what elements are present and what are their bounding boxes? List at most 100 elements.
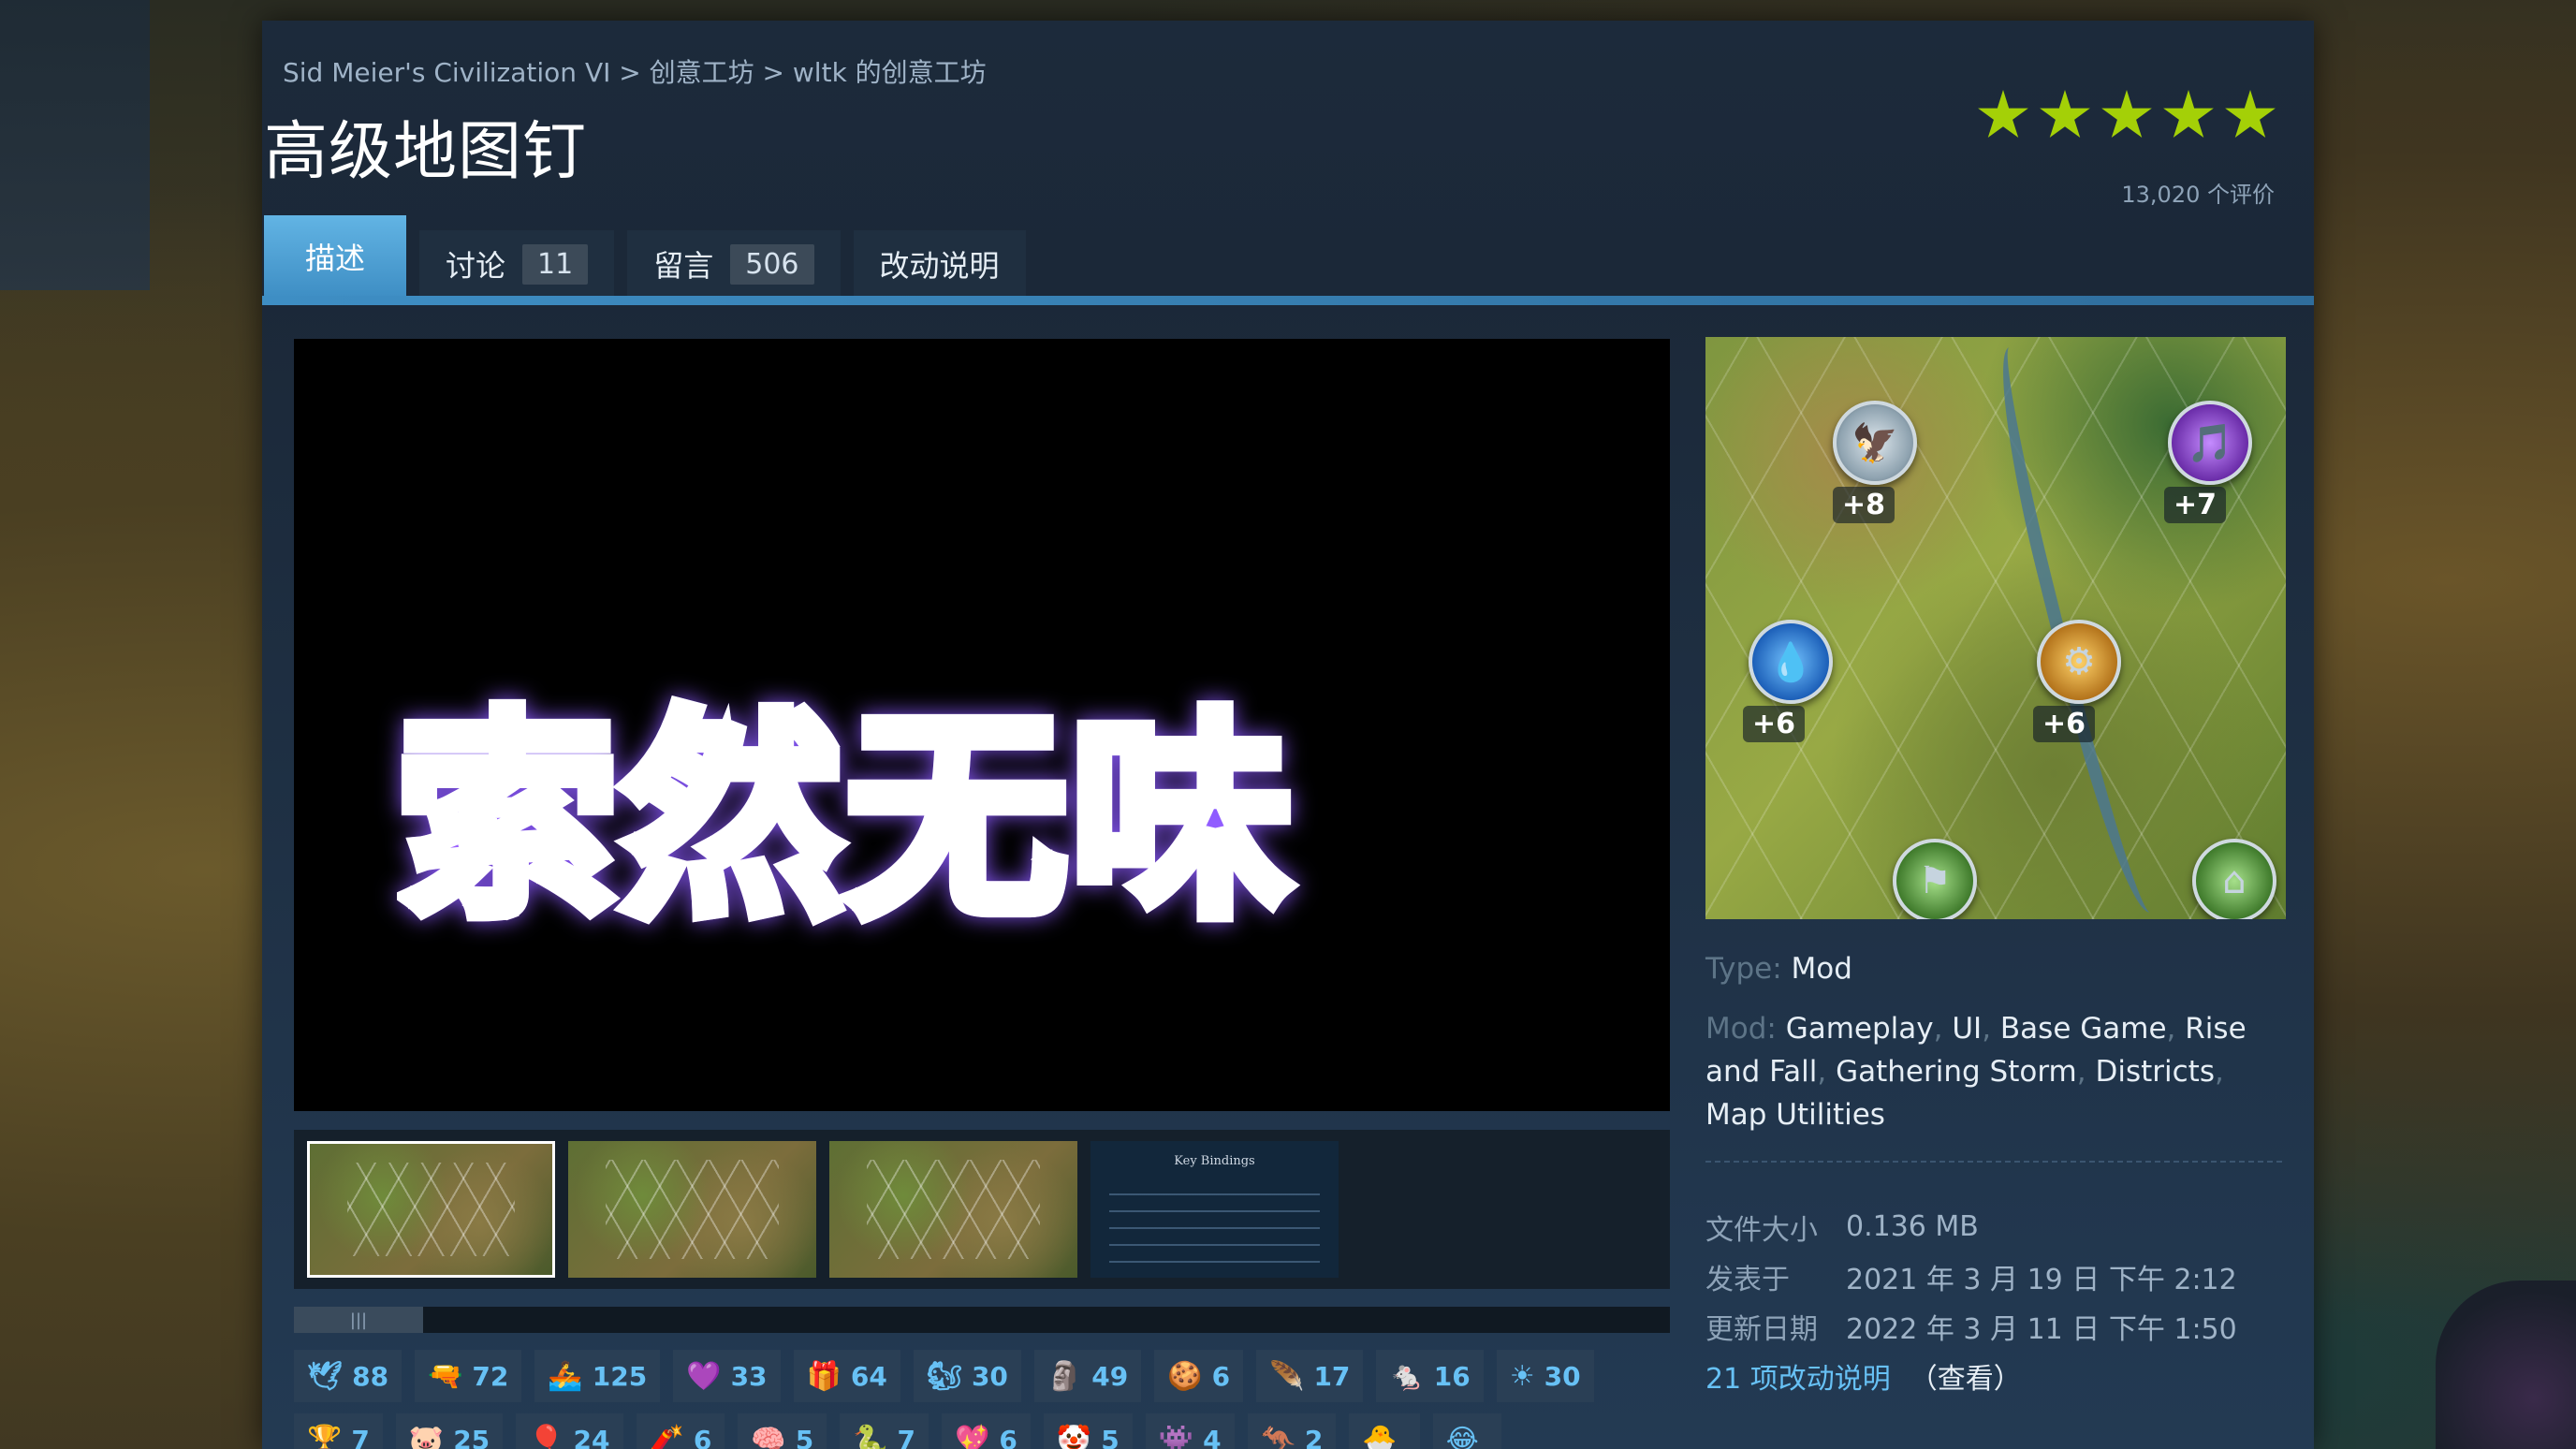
mod-tag[interactable]: UI xyxy=(1952,1012,1982,1046)
award-icon: 🐿 xyxy=(926,1359,962,1393)
thumbnail-scrollbar[interactable]: ||| xyxy=(294,1307,1670,1333)
award-count: 4 xyxy=(1203,1424,1222,1449)
thumbnail-2[interactable] xyxy=(568,1141,816,1278)
tag-separator: , xyxy=(1982,1012,2000,1046)
award-badge[interactable]: 🗿 49 xyxy=(1033,1350,1142,1402)
award-icon: 🐍 xyxy=(853,1423,888,1449)
tag-separator: , xyxy=(2076,1055,2096,1089)
tab-count-badge: 506 xyxy=(730,243,814,285)
award-badge[interactable]: 💖 6 xyxy=(942,1413,1031,1449)
tab-bar: 描述 讨论 11 留言 506 改动说明 xyxy=(264,213,1026,298)
award-badge[interactable]: 🤡 5 xyxy=(1043,1413,1133,1449)
tab-description[interactable]: 描述 xyxy=(264,215,407,298)
award-icon: 💜 xyxy=(686,1359,722,1393)
award-icon: 🏆 xyxy=(307,1423,343,1449)
award-icon: 🦘 xyxy=(1260,1423,1295,1449)
tab-label: 讨论 xyxy=(446,248,506,284)
award-badge[interactable]: 🐁 16 xyxy=(1376,1350,1484,1402)
section-divider xyxy=(1705,1161,2286,1163)
tab-label: 描述 xyxy=(305,241,366,276)
award-badge[interactable]: 🏆 7 xyxy=(294,1413,383,1449)
award-count: 25 xyxy=(453,1424,490,1449)
award-badge[interactable]: 🦘 2 xyxy=(1247,1413,1337,1449)
award-count: 33 xyxy=(730,1360,768,1392)
updated-label: 更新日期 xyxy=(1705,1312,1818,1346)
award-badge[interactable]: 😂 xyxy=(1432,1413,1501,1449)
rating-count: 13,020 个评价 xyxy=(2121,182,2275,208)
award-badge[interactable]: 🎈 24 xyxy=(516,1413,623,1449)
game-left-panel xyxy=(0,0,150,290)
award-badge[interactable]: 🧨 6 xyxy=(636,1413,725,1449)
breadcrumb-author[interactable]: wltk 的创意工坊 xyxy=(793,57,987,88)
mod-tag[interactable]: Map Utilities xyxy=(1705,1098,1885,1132)
overlay-caption: 索然无味 xyxy=(390,638,1614,959)
posted-label: 发表于 xyxy=(1705,1263,1790,1296)
view-change-notes-button[interactable]: （查看） xyxy=(1910,1363,2022,1396)
tab-comments[interactable]: 留言 506 xyxy=(627,230,841,298)
award-badge[interactable]: 🚣 125 xyxy=(534,1350,661,1402)
award-badge[interactable]: 🎁 64 xyxy=(793,1350,900,1402)
award-badge[interactable]: 🍪 6 xyxy=(1154,1350,1244,1402)
award-icon: 🐷 xyxy=(408,1423,445,1449)
award-icon: 🎈 xyxy=(529,1423,564,1449)
pin-yield: +8 xyxy=(1833,487,1895,523)
award-count: 6 xyxy=(999,1424,1017,1449)
type-value[interactable]: Mod xyxy=(1792,952,1852,986)
page-title: 高级地图钉 xyxy=(264,115,588,189)
award-count: 49 xyxy=(1091,1360,1129,1392)
award-count: 5 xyxy=(1101,1424,1120,1449)
pin-yield: +6 xyxy=(2033,706,2096,742)
thumbnail-4[interactable]: Key Bindings xyxy=(1090,1141,1339,1278)
mod-tag[interactable]: Gameplay xyxy=(1786,1012,1934,1046)
tag-separator: , xyxy=(1933,1012,1953,1046)
award-badge[interactable]: 🧠 5 xyxy=(738,1413,827,1449)
award-count: 72 xyxy=(472,1360,509,1392)
award-count: 30 xyxy=(971,1360,1008,1392)
star-icon xyxy=(2040,90,2090,138)
star-icon xyxy=(1978,90,2028,138)
mod-tag[interactable]: Districts xyxy=(2095,1055,2215,1089)
award-badge[interactable]: 💜 33 xyxy=(673,1350,781,1402)
star-icon xyxy=(2163,90,2214,138)
mod-tag[interactable]: Base Game xyxy=(2000,1012,2167,1046)
award-icon: 👾 xyxy=(1158,1423,1194,1449)
tag-separator: , xyxy=(1817,1055,1837,1089)
award-badge[interactable]: 🕊 88 xyxy=(294,1350,402,1402)
map-pin-icon: ⌂ xyxy=(2192,839,2276,919)
thumbnail-1[interactable] xyxy=(307,1141,555,1278)
award-count: 125 xyxy=(592,1360,648,1392)
item-details: 文件大小 0.136 MB 发表于 2021 年 3 月 19 日 下午 2:1… xyxy=(1705,1202,2305,1351)
file-size-label: 文件大小 xyxy=(1705,1213,1818,1247)
award-badge[interactable]: 🐿 30 xyxy=(913,1350,1021,1402)
awards-list: 🕊 88 🔫 72 🚣 125 💜 33 🎁 64 🐿 30 🗿 49 🍪 6 🪶 17 🐁 16 ☀ 30 🏆 7 🐷 25 🎈 2… xyxy=(294,1350,1670,1449)
tab-discussions[interactable]: 讨论 11 xyxy=(419,230,615,298)
award-icon: 🔫 xyxy=(428,1359,463,1393)
award-badge[interactable]: 🐍 7 xyxy=(840,1413,929,1449)
award-count: 16 xyxy=(1433,1360,1471,1392)
award-badge[interactable]: 🐷 25 xyxy=(395,1413,504,1449)
award-icon: 😂 xyxy=(1445,1423,1479,1449)
award-badge[interactable]: 👾 4 xyxy=(1145,1413,1235,1449)
keybind-thumb-lines xyxy=(1109,1178,1320,1265)
award-count: 30 xyxy=(1544,1360,1581,1392)
award-icon: 🐣 xyxy=(1362,1423,1398,1449)
award-badge[interactable]: 🔫 72 xyxy=(415,1350,522,1402)
breadcrumb-game[interactable]: Sid Meier's Civilization VI xyxy=(283,57,610,88)
award-icon: 💖 xyxy=(955,1423,990,1449)
pin-yield: +7 xyxy=(2164,487,2227,523)
award-badge[interactable]: ☀ 30 xyxy=(1496,1350,1594,1402)
mod-tag[interactable]: Gathering Storm xyxy=(1836,1055,2077,1089)
main-media-viewer[interactable]: 索然无味 xyxy=(294,339,1670,1111)
breadcrumb: Sid Meier's Civilization VI > 创意工坊 > wlt… xyxy=(283,52,987,90)
award-badge[interactable]: 🪶 17 xyxy=(1256,1350,1364,1402)
tab-change-notes[interactable]: 改动说明 xyxy=(853,230,1026,298)
workshop-item-panel: Sid Meier's Civilization VI > 创意工坊 > wlt… xyxy=(262,21,2314,1449)
posted-value: 2021 年 3 月 19 日 下午 2:12 xyxy=(1846,1263,2237,1296)
thumbnail-3[interactable] xyxy=(829,1141,1077,1278)
star-icon xyxy=(2225,90,2276,138)
scrollbar-thumb[interactable]: ||| xyxy=(294,1307,423,1333)
breadcrumb-workshop[interactable]: 创意工坊 xyxy=(650,57,754,88)
map-pin-icon: ⚙ xyxy=(2037,620,2121,704)
award-badge[interactable]: 🐣 xyxy=(1349,1413,1420,1449)
change-notes-link[interactable]: 21 项改动说明 xyxy=(1705,1363,1891,1396)
